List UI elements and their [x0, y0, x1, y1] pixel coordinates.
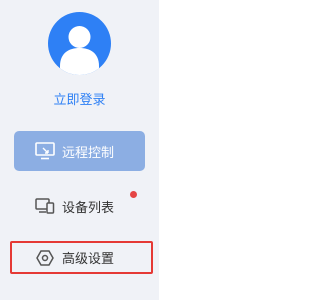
hexagon-settings-icon: [34, 247, 56, 269]
nav-item-advanced-settings[interactable]: 高级设置: [10, 241, 153, 274]
nav-item-device-list[interactable]: 设备列表: [14, 186, 145, 226]
nav-item-label: 远程控制: [62, 145, 115, 161]
user-avatar-icon[interactable]: [48, 12, 111, 75]
devices-icon: [34, 195, 56, 217]
nav-item-remote-control[interactable]: 远程控制: [14, 131, 145, 171]
remote-desktop-icon: [34, 140, 56, 162]
nav-item-label: 设备列表: [62, 200, 115, 216]
sidebar: 立即登录 远程控制 设备列表 高级设置: [0, 0, 159, 300]
nav-item-label: 高级设置: [62, 252, 115, 267]
main-content-area: [159, 0, 259, 300]
login-link[interactable]: 立即登录: [0, 89, 159, 108]
notification-dot: [130, 191, 137, 198]
